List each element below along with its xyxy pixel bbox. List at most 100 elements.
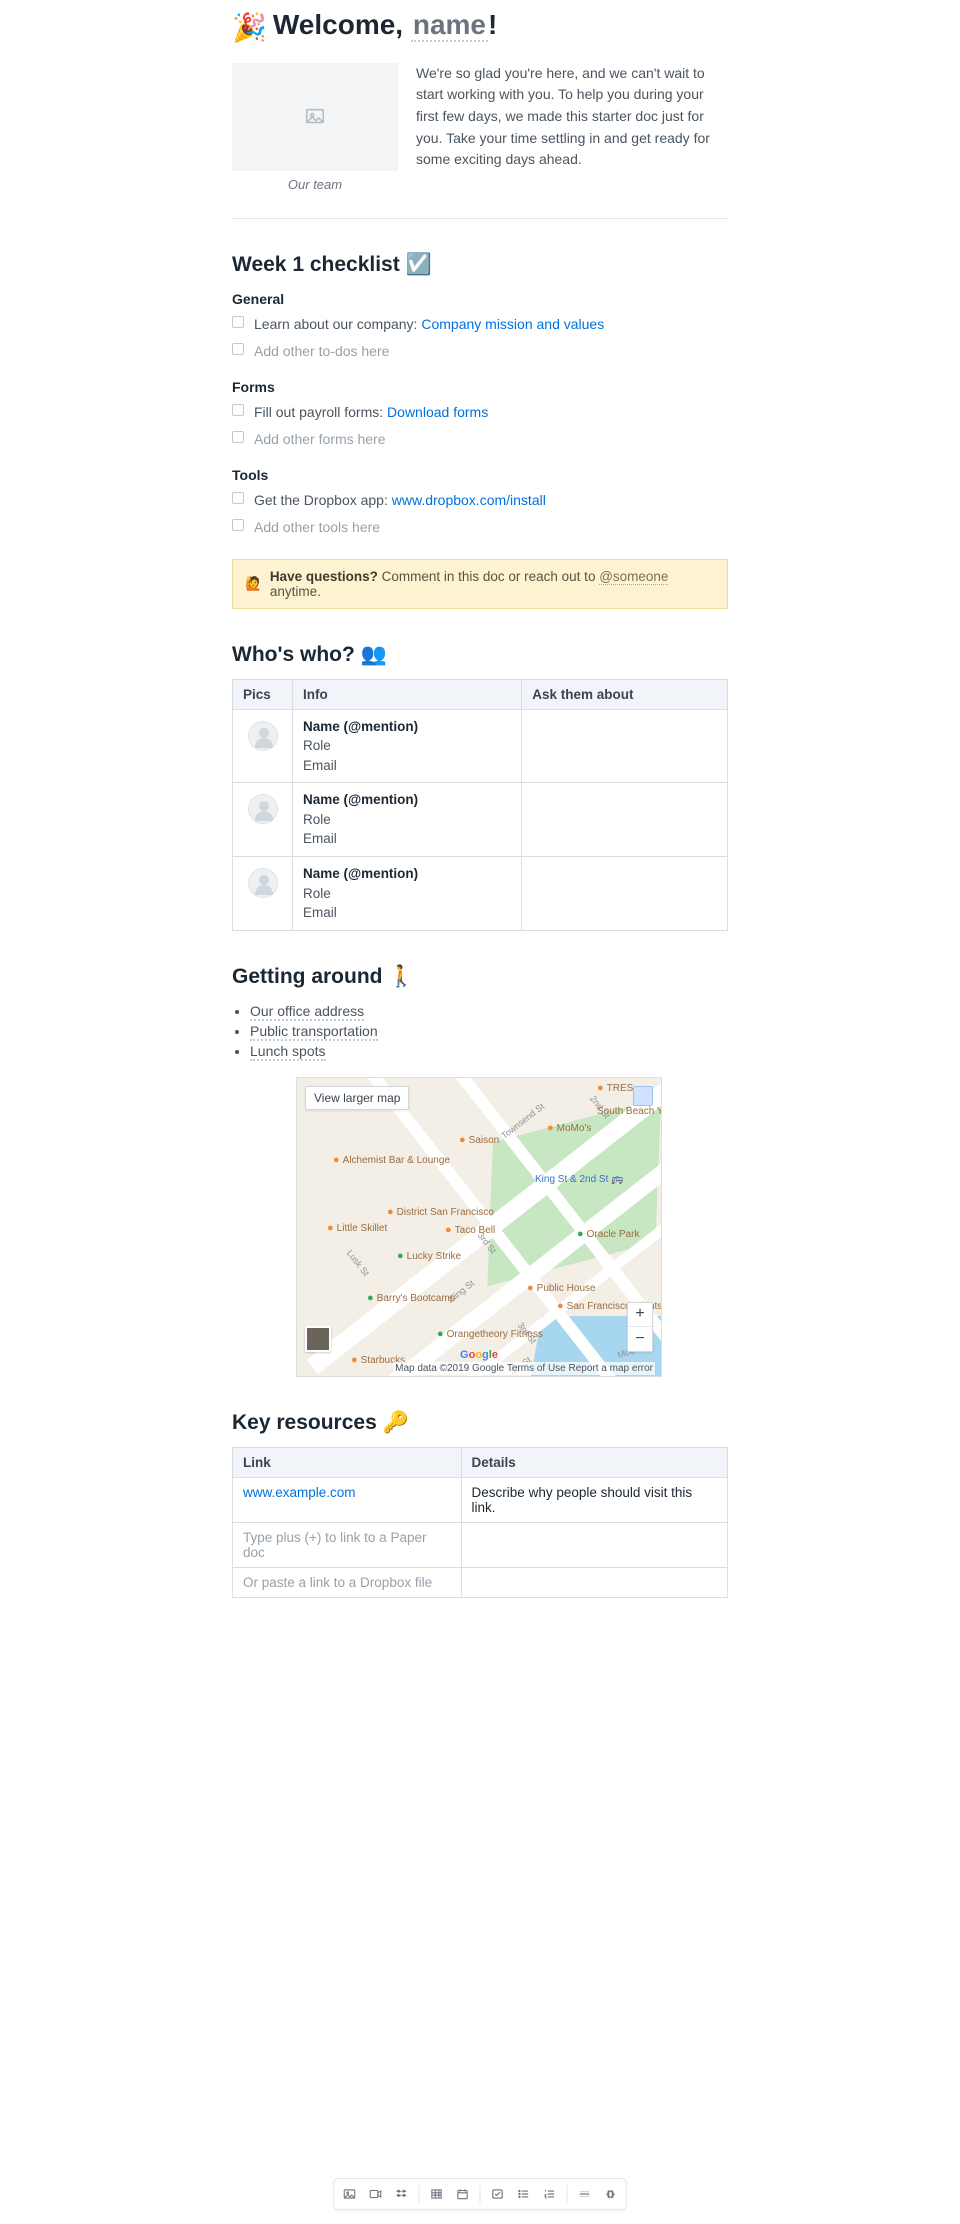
title-suffix: ! [488, 9, 497, 40]
table-row[interactable]: Or paste a link to a Dropbox file [233, 1567, 728, 1597]
map-satellite-toggle[interactable] [305, 1326, 331, 1352]
info-cell[interactable]: Name (@mention)RoleEmail [293, 709, 522, 783]
checkbox[interactable] [232, 343, 244, 355]
page-title: 🎉Welcome, name! [232, 8, 728, 45]
bullet-text[interactable]: Public transportation [250, 1023, 378, 1041]
zoom-out-button[interactable]: − [628, 1327, 652, 1351]
toolbar-bulleted-list-button[interactable] [511, 2183, 537, 2205]
checklist-placeholder[interactable]: Add other to-dos here [254, 343, 389, 359]
checkbox[interactable] [232, 492, 244, 504]
checklist-group-title: General [232, 291, 728, 307]
checklist-item[interactable]: Get the Dropbox app: www.dropbox.com/ins… [232, 487, 728, 514]
list-item[interactable]: Lunch spots [250, 1041, 728, 1061]
toolbar-divider-button[interactable] [572, 2183, 598, 2205]
pics-cell[interactable] [233, 783, 293, 857]
map-poi[interactable]: Lucky Strike [397, 1250, 461, 1262]
toolbar-checklist-button[interactable] [485, 2183, 511, 2205]
checkbox[interactable] [232, 316, 244, 328]
toolbar-video-button[interactable] [363, 2183, 389, 2205]
pics-cell[interactable] [233, 856, 293, 930]
checklist-link[interactable]: Download forms [387, 404, 488, 420]
checklist-item[interactable]: Learn about our company: Company mission… [232, 311, 728, 338]
toolbar-table-button[interactable] [424, 2183, 450, 2205]
resources-table[interactable]: LinkDetails www.example.comDescribe why … [232, 1447, 728, 1598]
map[interactable]: TRESSouth Beach YacMoMo'sSaisonAlchemist… [296, 1077, 662, 1377]
pics-cell[interactable] [233, 709, 293, 783]
title-name-placeholder[interactable]: name [411, 9, 488, 42]
view-larger-map-button[interactable]: View larger map [305, 1086, 409, 1110]
map-poi[interactable]: Taco Bell [445, 1224, 495, 1236]
checklist-item[interactable]: Add other to-dos here [232, 338, 728, 365]
getting-around-bullets: Our office address Public transportation L… [232, 1001, 728, 1061]
table-row[interactable]: Name (@mention)RoleEmail [233, 856, 728, 930]
numbered-list-icon [543, 2187, 557, 2201]
walking-emoji: 🚶 [388, 965, 414, 988]
ask-cell[interactable] [522, 709, 728, 783]
table-row[interactable]: Name (@mention)RoleEmail [233, 709, 728, 783]
whoswho-table[interactable]: PicsInfoAsk them about Name (@mention)Ro… [232, 679, 728, 931]
table-header: Link [233, 1447, 462, 1477]
week1-heading: Week 1 checklist ☑️ [232, 253, 728, 277]
checklist-link[interactable]: www.dropbox.com/install [392, 492, 546, 508]
resources-heading-text: Key resources [232, 1411, 383, 1434]
bullet-text[interactable]: Our office address [250, 1003, 364, 1021]
toolbar-numbered-list-button[interactable] [537, 2183, 563, 2205]
list-item[interactable]: Our office address [250, 1001, 728, 1021]
toolbar-dropbox-button[interactable] [389, 2183, 415, 2205]
callout-mention[interactable]: @someone [599, 569, 668, 585]
team-image-placeholder[interactable] [232, 63, 398, 171]
map-signin-icon[interactable] [633, 1086, 653, 1106]
checklist-link[interactable]: Company mission and values [421, 316, 604, 332]
table-header: Ask them about [522, 679, 728, 709]
checkbox[interactable] [232, 519, 244, 531]
info-cell[interactable]: Name (@mention)RoleEmail [293, 856, 522, 930]
link-cell[interactable]: Type plus (+) to link to a Paper doc [233, 1522, 462, 1567]
people-emoji: 👥 [361, 643, 387, 666]
zoom-in-button[interactable]: + [628, 1303, 652, 1327]
map-poi[interactable]: Alchemist Bar & Lounge [333, 1154, 450, 1166]
map-poi[interactable]: Barry's Bootcamp [367, 1292, 455, 1304]
confetti-emoji: 🎉 [232, 12, 267, 43]
checklist-item[interactable]: Fill out payroll forms: Download forms [232, 399, 728, 426]
insert-toolbar: {} [334, 2178, 627, 2210]
checkbox[interactable] [232, 431, 244, 443]
list-item[interactable]: Public transportation [250, 1021, 728, 1041]
ask-cell[interactable] [522, 856, 728, 930]
checklist: Fill out payroll forms: Download forms Ad… [232, 399, 728, 453]
details-cell[interactable]: Describe why people should visit this li… [461, 1477, 727, 1522]
details-cell[interactable] [461, 1567, 727, 1597]
table-icon [430, 2187, 444, 2201]
toolbar-code-button[interactable]: {} [598, 2183, 624, 2205]
checklist-placeholder[interactable]: Add other tools here [254, 519, 380, 535]
link-cell[interactable]: www.example.com [233, 1477, 462, 1522]
map-poi[interactable]: Saison [459, 1134, 499, 1146]
toolbar-image-button[interactable] [337, 2183, 363, 2205]
ask-cell[interactable] [522, 783, 728, 857]
table-row[interactable]: Name (@mention)RoleEmail [233, 783, 728, 857]
map-poi[interactable]: Little Skillet [327, 1222, 387, 1234]
info-cell[interactable]: Name (@mention)RoleEmail [293, 783, 522, 857]
map-poi[interactable]: MoMo's [547, 1122, 591, 1134]
bullet-text[interactable]: Lunch spots [250, 1043, 326, 1061]
checklist-item[interactable]: Add other forms here [232, 426, 728, 453]
map-poi[interactable]: District San Francisco [387, 1206, 494, 1218]
table-row[interactable]: www.example.com Describe why people shoul… [233, 1477, 728, 1522]
checklist-placeholder[interactable]: Add other forms here [254, 431, 386, 447]
intro-body[interactable]: We're so glad you're here, and we can't … [416, 63, 728, 171]
map-attribution[interactable]: Map data ©2019 Google Terms of Use Repor… [393, 1362, 655, 1375]
map-poi[interactable]: Oracle Park [577, 1228, 639, 1240]
toolbar-divider [480, 2185, 481, 2203]
dropbox-icon [395, 2187, 409, 2201]
checkbox[interactable] [232, 404, 244, 416]
questions-callout: 🙋 Have questions? Comment in this doc or… [232, 559, 728, 609]
map-poi[interactable]: Public House [527, 1282, 596, 1294]
checklist: Get the Dropbox app: www.dropbox.com/ins… [232, 487, 728, 541]
toolbar-calendar-button[interactable] [450, 2183, 476, 2205]
details-cell[interactable] [461, 1522, 727, 1567]
checklist-item[interactable]: Add other tools here [232, 514, 728, 541]
map-poi[interactable]: TRES [597, 1082, 633, 1094]
link-cell[interactable]: Or paste a link to a Dropbox file [233, 1567, 462, 1597]
resource-link[interactable]: www.example.com [243, 1485, 356, 1500]
intro-image-block: Our team [232, 63, 398, 192]
table-row[interactable]: Type plus (+) to link to a Paper doc [233, 1522, 728, 1567]
